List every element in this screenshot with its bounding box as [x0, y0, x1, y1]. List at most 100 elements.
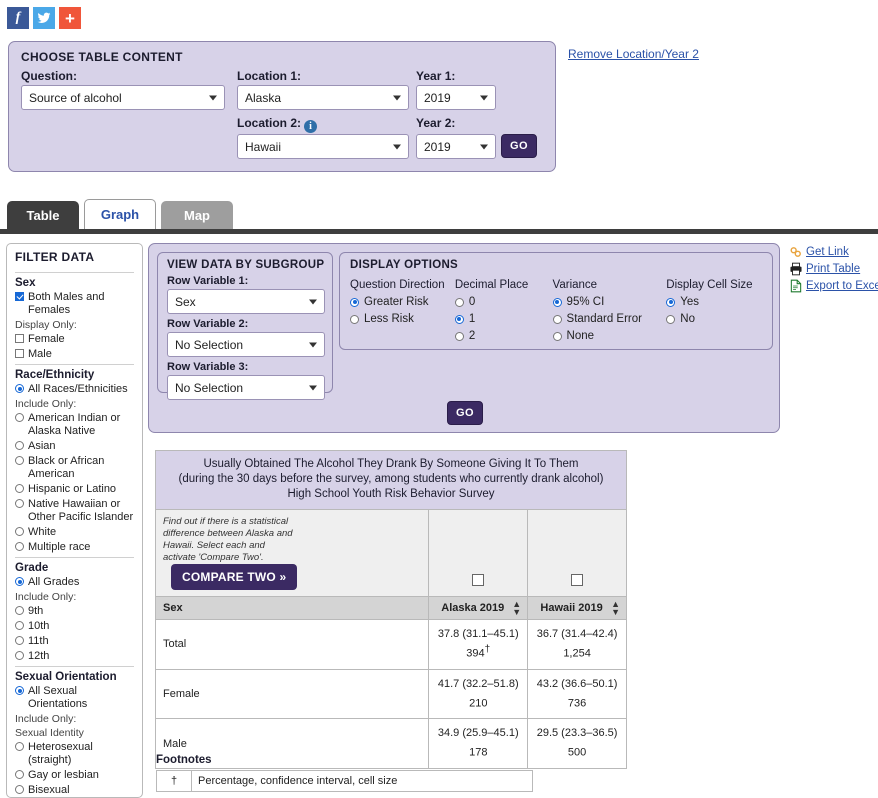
- cell-estimate: 37.8 (31.1–45.1): [437, 628, 519, 640]
- display-option[interactable]: 0: [454, 296, 553, 308]
- filter-option[interactable]: White: [15, 526, 134, 539]
- year1-select[interactable]: 2019: [416, 85, 496, 110]
- filter-option[interactable]: Black or African American: [15, 455, 134, 481]
- question-select[interactable]: Source of alcohol: [21, 85, 225, 110]
- filter-option[interactable]: All Races/Ethnicities: [15, 383, 134, 396]
- radio-icon[interactable]: [15, 785, 24, 794]
- compare-checkbox-alaska[interactable]: [472, 574, 485, 586]
- radio-icon[interactable]: [15, 384, 24, 393]
- radio-icon[interactable]: [15, 484, 24, 493]
- facebook-icon[interactable]: f: [7, 7, 29, 29]
- radio-icon[interactable]: [15, 577, 24, 586]
- get-link-row[interactable]: Get Link: [789, 245, 878, 259]
- print-table-label[interactable]: Print Table: [806, 263, 860, 275]
- location2-select[interactable]: Hawaii: [237, 134, 409, 159]
- radio-icon[interactable]: [15, 499, 24, 508]
- radio-icon[interactable]: [15, 621, 24, 630]
- view-tabs: Table Graph Map: [7, 199, 238, 230]
- radio-icon[interactable]: [552, 314, 562, 324]
- filter-option[interactable]: Heterosexual (straight): [15, 741, 134, 767]
- display-option[interactable]: 95% CI: [552, 296, 667, 308]
- radio-icon[interactable]: [15, 456, 24, 465]
- export-excel-label[interactable]: Export to Excel: [806, 280, 878, 292]
- tab-table[interactable]: Table: [7, 201, 79, 230]
- row-variable-3-select[interactable]: No Selection: [167, 375, 325, 400]
- display-option[interactable]: 1: [454, 313, 553, 325]
- sort-icon[interactable]: ▲ ▼: [611, 600, 620, 617]
- filter-option[interactable]: 12th: [15, 650, 134, 663]
- radio-icon[interactable]: [350, 314, 359, 324]
- filter-option[interactable]: Native Hawaiian or Other Pacific Islande…: [15, 498, 134, 524]
- filter-option[interactable]: 10th: [15, 620, 134, 633]
- filter-option[interactable]: Hispanic or Latino: [15, 483, 134, 496]
- radio-icon[interactable]: [454, 297, 464, 307]
- checkbox-icon[interactable]: [15, 292, 24, 301]
- compare-checkbox-cell-1[interactable]: [428, 509, 529, 597]
- checkbox-icon[interactable]: [15, 349, 24, 358]
- display-option[interactable]: No: [666, 313, 764, 325]
- choose-go-button[interactable]: GO: [501, 134, 537, 158]
- footnote-dagger: †: [484, 644, 491, 655]
- filter-option[interactable]: Multiple race: [15, 541, 134, 554]
- options-go-button[interactable]: GO: [447, 401, 483, 425]
- radio-icon[interactable]: [15, 527, 24, 536]
- radio-icon[interactable]: [666, 314, 676, 324]
- display-option[interactable]: Yes: [666, 296, 764, 308]
- row-variable-2-select[interactable]: No Selection: [167, 332, 325, 357]
- results-column-header-2[interactable]: Hawaii 2019 ▲ ▼: [527, 596, 627, 620]
- radio-icon[interactable]: [15, 742, 24, 751]
- share-plus-icon[interactable]: +: [59, 7, 81, 29]
- display-option[interactable]: None: [552, 330, 667, 342]
- year2-select[interactable]: 2019: [416, 134, 496, 159]
- checkbox-icon[interactable]: [15, 334, 24, 343]
- row-variable-1-select[interactable]: Sex: [167, 289, 325, 314]
- filter-option-label: 12th: [28, 650, 50, 662]
- filter-option[interactable]: All Grades: [15, 576, 134, 589]
- results-column-header-1[interactable]: Alaska 2019 ▲ ▼: [428, 596, 529, 620]
- radio-icon[interactable]: [454, 314, 464, 324]
- filter-option[interactable]: Gay or lesbian: [15, 769, 134, 782]
- display-option[interactable]: Standard Error: [552, 313, 667, 325]
- filter-option[interactable]: Female: [15, 333, 134, 346]
- filter-option[interactable]: Bisexual: [15, 784, 134, 797]
- print-table-row[interactable]: Print Table: [789, 262, 878, 276]
- display-option[interactable]: Less Risk: [350, 313, 455, 325]
- radio-icon[interactable]: [15, 441, 24, 450]
- filter-option[interactable]: Both Males and Females: [15, 291, 134, 317]
- compare-two-button[interactable]: COMPARE TWO »: [171, 564, 298, 590]
- filter-option[interactable]: American Indian or Alaska Native: [15, 412, 134, 438]
- radio-icon[interactable]: [552, 331, 562, 341]
- radio-icon[interactable]: [15, 651, 24, 660]
- display-option[interactable]: Greater Risk: [350, 296, 455, 308]
- display-option[interactable]: 2: [454, 330, 553, 342]
- compare-checkbox-cell-2[interactable]: [527, 509, 627, 597]
- radio-icon[interactable]: [666, 297, 676, 307]
- year1-value: 2019: [424, 90, 451, 105]
- radio-icon[interactable]: [552, 297, 562, 307]
- tab-graph[interactable]: Graph: [84, 199, 156, 230]
- radio-icon[interactable]: [350, 297, 359, 307]
- filter-option[interactable]: Male: [15, 348, 134, 361]
- radio-icon[interactable]: [15, 686, 24, 695]
- radio-icon[interactable]: [15, 770, 24, 779]
- filter-option[interactable]: 9th: [15, 605, 134, 618]
- tab-map[interactable]: Map: [161, 201, 233, 230]
- radio-icon[interactable]: [15, 636, 24, 645]
- compare-checkbox-hawaii[interactable]: [571, 574, 584, 586]
- filter-option[interactable]: 11th: [15, 635, 134, 648]
- twitter-icon[interactable]: [33, 7, 55, 29]
- filter-option[interactable]: All Sexual Orientations: [15, 685, 134, 711]
- divider: [15, 557, 134, 558]
- get-link-label[interactable]: Get Link: [806, 246, 849, 258]
- radio-icon[interactable]: [15, 542, 24, 551]
- filter-group-title: Sexual Orientation: [15, 671, 117, 683]
- radio-icon[interactable]: [15, 606, 24, 615]
- radio-icon[interactable]: [454, 331, 464, 341]
- location1-select[interactable]: Alaska: [237, 85, 409, 110]
- export-excel-row[interactable]: Export to Excel: [789, 279, 878, 293]
- remove-location-year2-link[interactable]: Remove Location/Year 2: [568, 47, 699, 61]
- filter-option[interactable]: Asian: [15, 440, 134, 453]
- sort-icon[interactable]: ▲ ▼: [512, 600, 521, 617]
- radio-icon[interactable]: [15, 413, 24, 422]
- info-icon[interactable]: i: [304, 120, 318, 133]
